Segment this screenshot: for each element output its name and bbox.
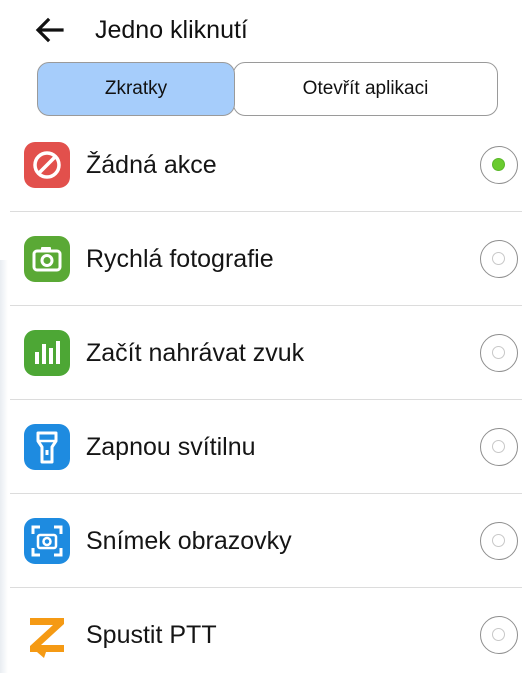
list-item-label: Zapnou svítilnu <box>86 433 256 461</box>
radio-flashlight[interactable] <box>480 428 518 466</box>
radio-no-action[interactable] <box>480 146 518 184</box>
list-item-ptt[interactable]: Spustit PTT <box>0 588 522 681</box>
radio-dot <box>492 252 505 265</box>
screenshot-icon <box>24 518 70 564</box>
audio-bars-icon <box>24 330 70 376</box>
radio-dot <box>492 158 505 171</box>
list-item-quick-photo[interactable]: Rychlá fotografie <box>0 212 522 305</box>
back-button[interactable] <box>30 10 70 50</box>
tab-shortcuts[interactable]: Zkratky <box>37 62 235 116</box>
radio-screenshot[interactable] <box>480 522 518 560</box>
no-action-icon <box>24 142 70 188</box>
radio-record-audio[interactable] <box>480 334 518 372</box>
radio-dot <box>492 440 505 453</box>
list-item-label: Snímek obrazovky <box>86 527 292 555</box>
list-item-label: Rychlá fotografie <box>86 245 274 273</box>
list-item-record-audio[interactable]: Začít nahrávat zvuk <box>0 306 522 399</box>
list-item-flashlight[interactable]: Zapnou svítilnu <box>0 400 522 493</box>
tab-open-app[interactable]: Otevřít aplikaci <box>233 62 498 116</box>
list-item-label: Žádná akce <box>86 151 217 179</box>
list-item-screenshot[interactable]: Snímek obrazovky <box>0 494 522 587</box>
flashlight-icon <box>24 424 70 470</box>
radio-ptt[interactable] <box>480 616 518 654</box>
radio-dot <box>492 534 505 547</box>
top-bar: Jedno kliknutí <box>0 0 522 58</box>
segmented-control: Otevřít aplikaci Zkratky <box>37 62 498 118</box>
radio-quick-photo[interactable] <box>480 240 518 278</box>
camera-icon <box>24 236 70 282</box>
radio-dot <box>492 346 505 359</box>
ptt-z-icon <box>24 612 70 658</box>
list-item-label: Začít nahrávat zvuk <box>86 339 305 367</box>
list-item-no-action[interactable]: Žádná akce <box>0 118 522 211</box>
list-item-label: Spustit PTT <box>86 621 217 649</box>
radio-dot <box>492 628 505 641</box>
arrow-left-icon <box>35 17 64 43</box>
page-title: Jedno kliknutí <box>95 16 248 44</box>
